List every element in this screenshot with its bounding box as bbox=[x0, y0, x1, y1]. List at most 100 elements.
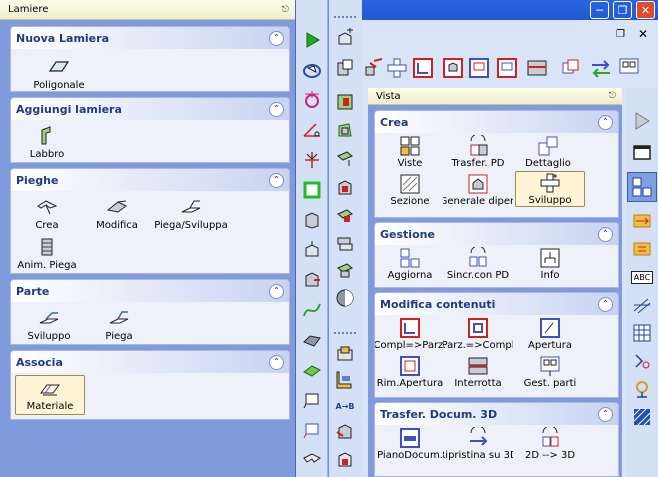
constraint-icon[interactable] bbox=[300, 148, 324, 172]
assembly-icon[interactable] bbox=[333, 56, 357, 80]
tool-materiale[interactable]: Materiale bbox=[15, 375, 85, 415]
tool-dettaglio[interactable]: Dettaglio bbox=[513, 135, 583, 169]
table-icon[interactable] bbox=[629, 236, 655, 262]
tool-trasfer-pd[interactable]: Trasfer. PD bbox=[443, 135, 513, 169]
doc-restore-icon[interactable]: ❐ bbox=[616, 29, 625, 40]
collapse-chevron-icon[interactable]: ⌃ bbox=[269, 354, 284, 370]
sheet-icon[interactable] bbox=[300, 448, 324, 472]
target-icon[interactable] bbox=[300, 88, 324, 112]
tool-poligonale[interactable]: Poligonale bbox=[23, 57, 95, 91]
hatch-icon[interactable] bbox=[629, 292, 655, 318]
tool-2d-3d[interactable]: 2D --> 3D bbox=[515, 427, 585, 461]
texture-icon[interactable] bbox=[300, 358, 324, 382]
move-part-icon[interactable] bbox=[333, 420, 357, 444]
part-stack-icon[interactable] bbox=[333, 232, 357, 256]
part-red-box-icon[interactable] bbox=[333, 176, 357, 200]
run-icon[interactable] bbox=[300, 28, 324, 52]
pin-icon[interactable]: ⎋ bbox=[282, 5, 289, 15]
grid-icon[interactable] bbox=[629, 320, 655, 346]
symbol-icon[interactable] bbox=[629, 348, 655, 374]
tool-gest-parti[interactable]: Gest. parti bbox=[515, 355, 585, 389]
part-down-icon[interactable] bbox=[333, 146, 357, 170]
collapse-chevron-icon[interactable]: ⌃ bbox=[598, 226, 613, 242]
tool-sviluppo-parte[interactable]: Sviluppo bbox=[13, 308, 85, 342]
part-red-icon[interactable] bbox=[333, 90, 357, 114]
tool-compl-parz[interactable]: Compl=>Parz. bbox=[375, 317, 445, 351]
tool-sezione[interactable]: Sezione bbox=[375, 173, 445, 207]
tool-viste[interactable]: Viste bbox=[375, 135, 445, 169]
angle-icon[interactable] bbox=[300, 118, 324, 142]
section-header[interactable]: Crea ⌃ bbox=[375, 111, 618, 133]
split-view-icon[interactable] bbox=[524, 55, 550, 81]
section-header[interactable]: Gestione ⌃ bbox=[375, 223, 618, 245]
views-layout-icon[interactable] bbox=[627, 172, 657, 202]
component-icon[interactable] bbox=[333, 342, 357, 366]
tool-anim-piega[interactable]: Anim. Piega bbox=[11, 237, 83, 271]
part-green-red-icon[interactable] bbox=[333, 204, 357, 228]
cross-view-icon[interactable] bbox=[384, 55, 410, 81]
dimension-icon[interactable] bbox=[629, 208, 655, 234]
layers-icon[interactable] bbox=[558, 55, 584, 81]
iso-view-icon[interactable] bbox=[440, 55, 466, 81]
annotation-icon[interactable] bbox=[300, 388, 324, 412]
text-abc-icon[interactable]: ABC bbox=[629, 264, 655, 290]
part-green-stack-icon[interactable] bbox=[333, 258, 357, 282]
sphere-icon[interactable] bbox=[333, 286, 357, 310]
part-green-icon[interactable] bbox=[333, 118, 357, 142]
toolbar-grip[interactable] bbox=[334, 16, 356, 19]
section-header[interactable]: Associa ⌃ bbox=[11, 351, 289, 373]
tool-generale-dipen[interactable]: Generale dipen bbox=[443, 173, 513, 207]
red-frame-view-icon[interactable] bbox=[494, 55, 520, 81]
box-move-icon[interactable] bbox=[300, 238, 324, 262]
surface-icon[interactable] bbox=[300, 328, 324, 352]
play-icon[interactable] bbox=[629, 108, 655, 134]
a-to-b-icon[interactable]: A→B bbox=[333, 394, 357, 418]
box-red-arrow-icon[interactable] bbox=[300, 268, 324, 292]
section-header[interactable]: Modifica contenuti ⌃ bbox=[375, 293, 618, 315]
tool-info[interactable]: Info bbox=[515, 247, 585, 281]
section-header[interactable]: Nuova Lamiera ⌃ bbox=[11, 27, 289, 49]
note-icon[interactable] bbox=[300, 418, 324, 442]
tool-sincr-pd[interactable]: Sincr.con PD bbox=[443, 247, 513, 281]
tool-piano-docum[interactable]: PianoDocum. bbox=[375, 427, 445, 461]
pin-icon[interactable]: ⎋ bbox=[609, 91, 616, 101]
corner-view-icon[interactable] bbox=[410, 55, 436, 81]
collapse-chevron-icon[interactable]: ⌃ bbox=[269, 283, 284, 299]
tool-rim-apertura[interactable]: Rim.Apertura bbox=[375, 355, 445, 389]
collapse-chevron-icon[interactable]: ⌃ bbox=[598, 114, 613, 130]
collapse-chevron-icon[interactable]: ⌃ bbox=[269, 101, 284, 117]
doc-close-icon[interactable]: ✕ bbox=[638, 27, 648, 41]
section-header[interactable]: Parte ⌃ bbox=[11, 280, 289, 302]
box-icon[interactable] bbox=[300, 208, 324, 232]
tool-aggiorna[interactable]: Aggiorna bbox=[375, 247, 445, 281]
close-icon[interactable]: ✕ bbox=[636, 1, 655, 19]
section-header[interactable]: Aggiungi lamiera ⌃ bbox=[11, 98, 289, 120]
part-red-square-icon[interactable] bbox=[333, 448, 357, 472]
bracket-icon[interactable] bbox=[333, 368, 357, 392]
tool-labbro[interactable]: Labbro bbox=[11, 126, 83, 160]
tool-modifica-piega[interactable]: Modifica bbox=[81, 197, 153, 231]
view-rotate-icon[interactable] bbox=[300, 58, 324, 82]
part-add-icon[interactable] bbox=[333, 26, 357, 50]
tool-crea-piega[interactable]: Crea bbox=[11, 197, 83, 231]
toolbar-grip[interactable] bbox=[334, 332, 356, 335]
tool-parz-compl[interactable]: Parz.=>Compl bbox=[443, 317, 513, 351]
collapse-chevron-icon[interactable]: ⌃ bbox=[598, 296, 613, 312]
tool-ripristina-3d[interactable]: Ripristina su 3D bbox=[443, 427, 513, 461]
section-header[interactable]: Pieghe ⌃ bbox=[11, 169, 289, 191]
datum-icon[interactable] bbox=[629, 376, 655, 402]
frame-view-icon[interactable] bbox=[466, 55, 492, 81]
tool-piega-sviluppa[interactable]: Piega/Sviluppa bbox=[151, 197, 231, 231]
collapse-chevron-icon[interactable]: ⌃ bbox=[598, 406, 613, 422]
collapse-chevron-icon[interactable]: ⌃ bbox=[269, 172, 284, 188]
tool-interrotta[interactable]: Interrotta bbox=[443, 355, 513, 389]
tool-sviluppo-vista[interactable]: Sviluppo bbox=[515, 171, 585, 207]
minimize-icon[interactable]: ─ bbox=[590, 1, 609, 19]
curve-icon[interactable] bbox=[300, 298, 324, 322]
tool-piega-parte[interactable]: Piega bbox=[83, 308, 155, 342]
collapse-chevron-icon[interactable]: ⌃ bbox=[269, 30, 284, 46]
window-icon[interactable] bbox=[629, 140, 655, 166]
restore-icon[interactable]: ❐ bbox=[613, 1, 632, 19]
section-header[interactable]: Trasfer. Docum. 3D ⌃ bbox=[375, 403, 618, 425]
green-rectangle-icon[interactable] bbox=[300, 178, 324, 202]
